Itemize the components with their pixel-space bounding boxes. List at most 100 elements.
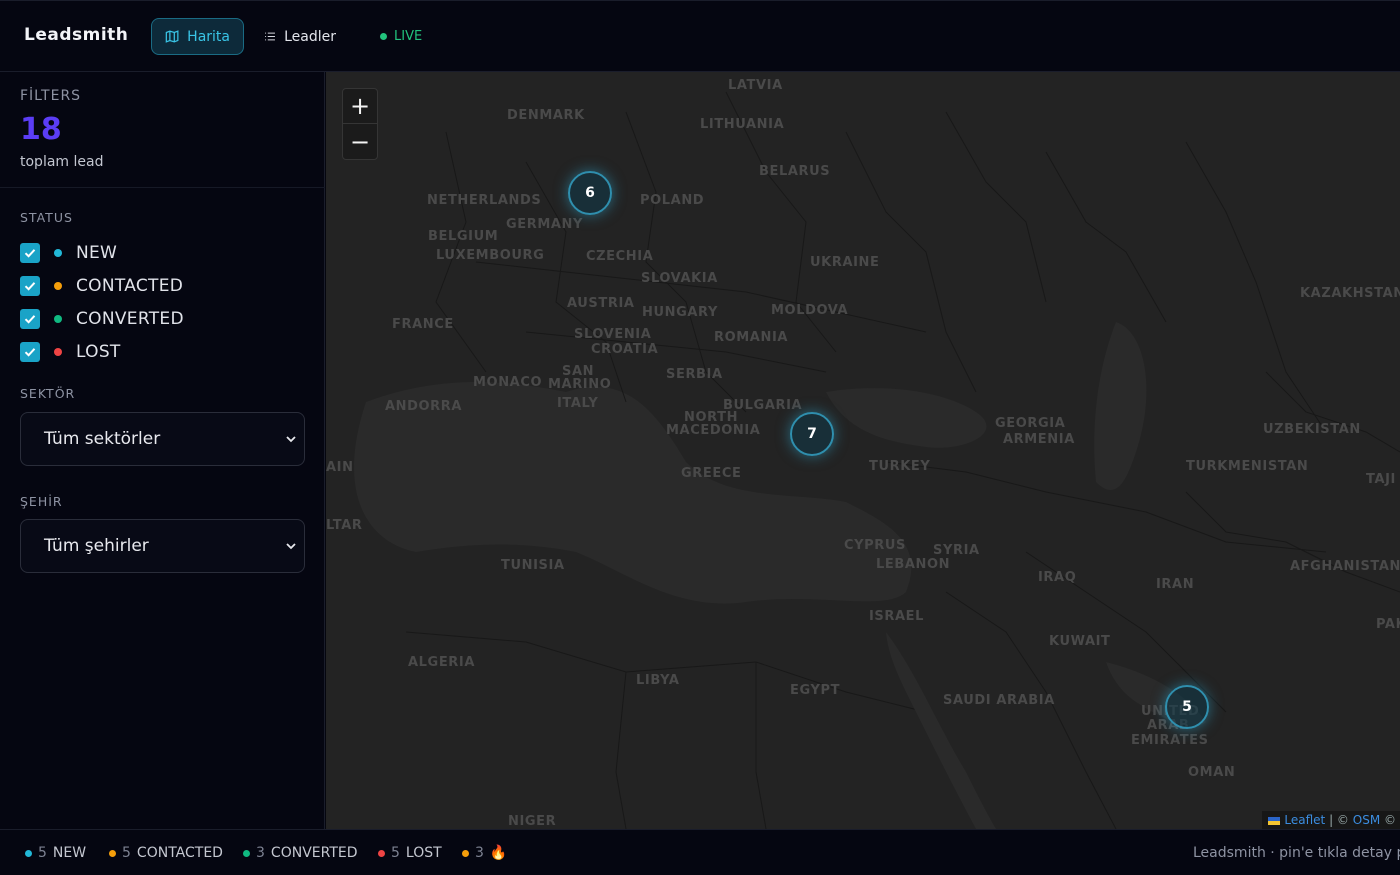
live-dot-icon bbox=[380, 33, 387, 40]
footer-contacted-label: CONTACTED bbox=[136, 845, 223, 861]
status-contacted-dot bbox=[54, 281, 62, 290]
tab-leadler-label: Leadler bbox=[284, 28, 336, 45]
map-view[interactable]: + − LATVIA DENMARK LITHUANIA BELARUS NET… bbox=[326, 72, 1400, 829]
country-label: GEORGIA bbox=[995, 416, 1066, 431]
footer-hot-dot bbox=[462, 849, 469, 857]
status-new-label: NEW bbox=[76, 242, 118, 263]
status-lost-dot bbox=[54, 347, 62, 356]
country-label: ROMANIA bbox=[714, 330, 789, 345]
status-filter-new[interactable]: NEW bbox=[20, 236, 184, 269]
map-base-layer bbox=[326, 72, 1400, 829]
sector-title: SEKTÖR bbox=[20, 386, 76, 401]
city-select[interactable]: Tüm şehirler bbox=[20, 519, 305, 573]
brand-logo[interactable]: Leadsmith bbox=[24, 25, 128, 45]
footer-converted-label: CONVERTED bbox=[270, 845, 358, 861]
sector-select[interactable]: Tüm sektörler bbox=[20, 412, 305, 466]
country-label: IRAN bbox=[1156, 577, 1195, 592]
status-title: STATUS bbox=[20, 210, 73, 225]
country-label: AIN bbox=[326, 460, 354, 475]
status-lost-checkbox[interactable] bbox=[20, 341, 40, 362]
country-label: UKRAINE bbox=[810, 255, 880, 270]
map-cluster-marker[interactable]: 7 bbox=[790, 412, 834, 456]
filter-sidebar: FİLTERS 18 toplam lead STATUS NEW CONTAC… bbox=[0, 72, 325, 829]
country-label: LITHUANIA bbox=[700, 117, 785, 132]
footer-contacted-count: 5 bbox=[122, 845, 131, 861]
country-label: BELGIUM bbox=[428, 229, 499, 244]
footer-hot-count: 3 bbox=[475, 845, 484, 861]
footer-new-dot bbox=[25, 849, 32, 857]
list-icon bbox=[265, 32, 275, 41]
footer-lost-label: LOST bbox=[405, 845, 442, 861]
footer-new-label: NEW bbox=[52, 845, 87, 861]
ukraine-flag-icon bbox=[1268, 817, 1281, 825]
country-label: EGYPT bbox=[790, 683, 841, 698]
footer-contacted-dot bbox=[109, 849, 116, 857]
country-label: IRAQ bbox=[1038, 570, 1077, 585]
status-contacted-checkbox[interactable] bbox=[20, 275, 40, 296]
country-label: OMAN bbox=[1188, 765, 1236, 780]
status-new-dot bbox=[54, 248, 62, 257]
country-label: EMIRATES bbox=[1131, 733, 1209, 748]
check-icon bbox=[24, 314, 36, 324]
footer-stat-converted: 3 CONVERTED bbox=[243, 845, 358, 861]
footer-new-count: 5 bbox=[38, 845, 47, 861]
country-label: CROATIA bbox=[591, 342, 659, 357]
country-label: MACEDONIA bbox=[666, 423, 761, 438]
country-label: TURKEY bbox=[869, 459, 931, 474]
status-filter-converted[interactable]: CONVERTED bbox=[20, 302, 184, 335]
zoom-in-button[interactable]: + bbox=[343, 89, 377, 124]
city-title: ŞEHİR bbox=[20, 494, 63, 509]
status-filter-lost[interactable]: LOST bbox=[20, 335, 184, 368]
country-label: NETHERLANDS bbox=[427, 193, 542, 208]
country-label: TAJI bbox=[1366, 472, 1396, 487]
country-label: LTAR bbox=[326, 518, 363, 533]
filters-title: FİLTERS bbox=[20, 88, 82, 104]
footer-hint-text: Leadsmith · pin'e tıkla detay po bbox=[1193, 845, 1400, 861]
footer-lost-dot bbox=[378, 849, 385, 857]
divider bbox=[0, 187, 325, 188]
country-label: AFGHANISTAN bbox=[1290, 559, 1400, 574]
country-label: SLOVAKIA bbox=[641, 271, 718, 286]
tab-leadler[interactable]: Leadler bbox=[250, 18, 350, 55]
country-label: CYPRUS bbox=[844, 538, 907, 553]
footer-stat-new: 5 NEW bbox=[25, 845, 86, 861]
country-label: SERBIA bbox=[666, 367, 723, 382]
status-converted-dot bbox=[54, 314, 62, 323]
status-filter-list: NEW CONTACTED CONVERTED LOST bbox=[20, 236, 184, 368]
country-label: ARMENIA bbox=[1003, 432, 1075, 447]
tab-harita-label: Harita bbox=[187, 28, 230, 45]
check-icon bbox=[24, 248, 36, 258]
country-label: GREECE bbox=[681, 466, 742, 481]
map-cluster-marker[interactable]: 6 bbox=[568, 171, 612, 215]
country-label: CZECHIA bbox=[586, 249, 654, 264]
country-label: LUXEMBOURG bbox=[436, 248, 545, 263]
country-label: DENMARK bbox=[507, 108, 585, 123]
app: Leadsmith Harita Leadler LIVE FİLTERS 18… bbox=[0, 0, 1400, 875]
country-label: SAUDI ARABIA bbox=[943, 693, 1055, 708]
zoom-out-button[interactable]: − bbox=[343, 124, 377, 159]
footer-stat-contacted: 5 CONTACTED bbox=[109, 845, 223, 861]
osm-link[interactable]: OSM bbox=[1353, 813, 1380, 827]
country-label: SLOVENIA bbox=[574, 327, 652, 342]
fire-icon: 🔥 bbox=[489, 845, 508, 861]
status-new-checkbox[interactable] bbox=[20, 242, 40, 263]
status-footer: 5 NEW 5 CONTACTED 3 CONVERTED 5 LOST 3 🔥… bbox=[0, 829, 1400, 875]
country-label: ALGERIA bbox=[408, 655, 476, 670]
country-label: NIGER bbox=[508, 814, 557, 829]
live-indicator: LIVE bbox=[380, 29, 422, 44]
zoom-control: + − bbox=[342, 88, 378, 160]
map-cluster-marker[interactable]: 5 bbox=[1165, 685, 1209, 729]
status-converted-label: CONVERTED bbox=[76, 308, 184, 329]
status-filter-contacted[interactable]: CONTACTED bbox=[20, 269, 184, 302]
country-label: ITALY bbox=[557, 396, 599, 411]
country-label: TURKMENISTAN bbox=[1186, 459, 1309, 474]
tab-harita[interactable]: Harita bbox=[151, 18, 244, 55]
leaflet-link[interactable]: Leaflet bbox=[1284, 813, 1325, 827]
status-converted-checkbox[interactable] bbox=[20, 308, 40, 329]
sector-select-value: Tüm sektörler bbox=[44, 429, 161, 449]
total-lead-count: 18 bbox=[20, 112, 62, 147]
check-icon bbox=[24, 281, 36, 291]
country-label: KAZAKHSTAN bbox=[1300, 286, 1400, 301]
map-attribution: Leaflet | © OSM © bbox=[1262, 811, 1400, 829]
country-label: TUNISIA bbox=[501, 558, 565, 573]
